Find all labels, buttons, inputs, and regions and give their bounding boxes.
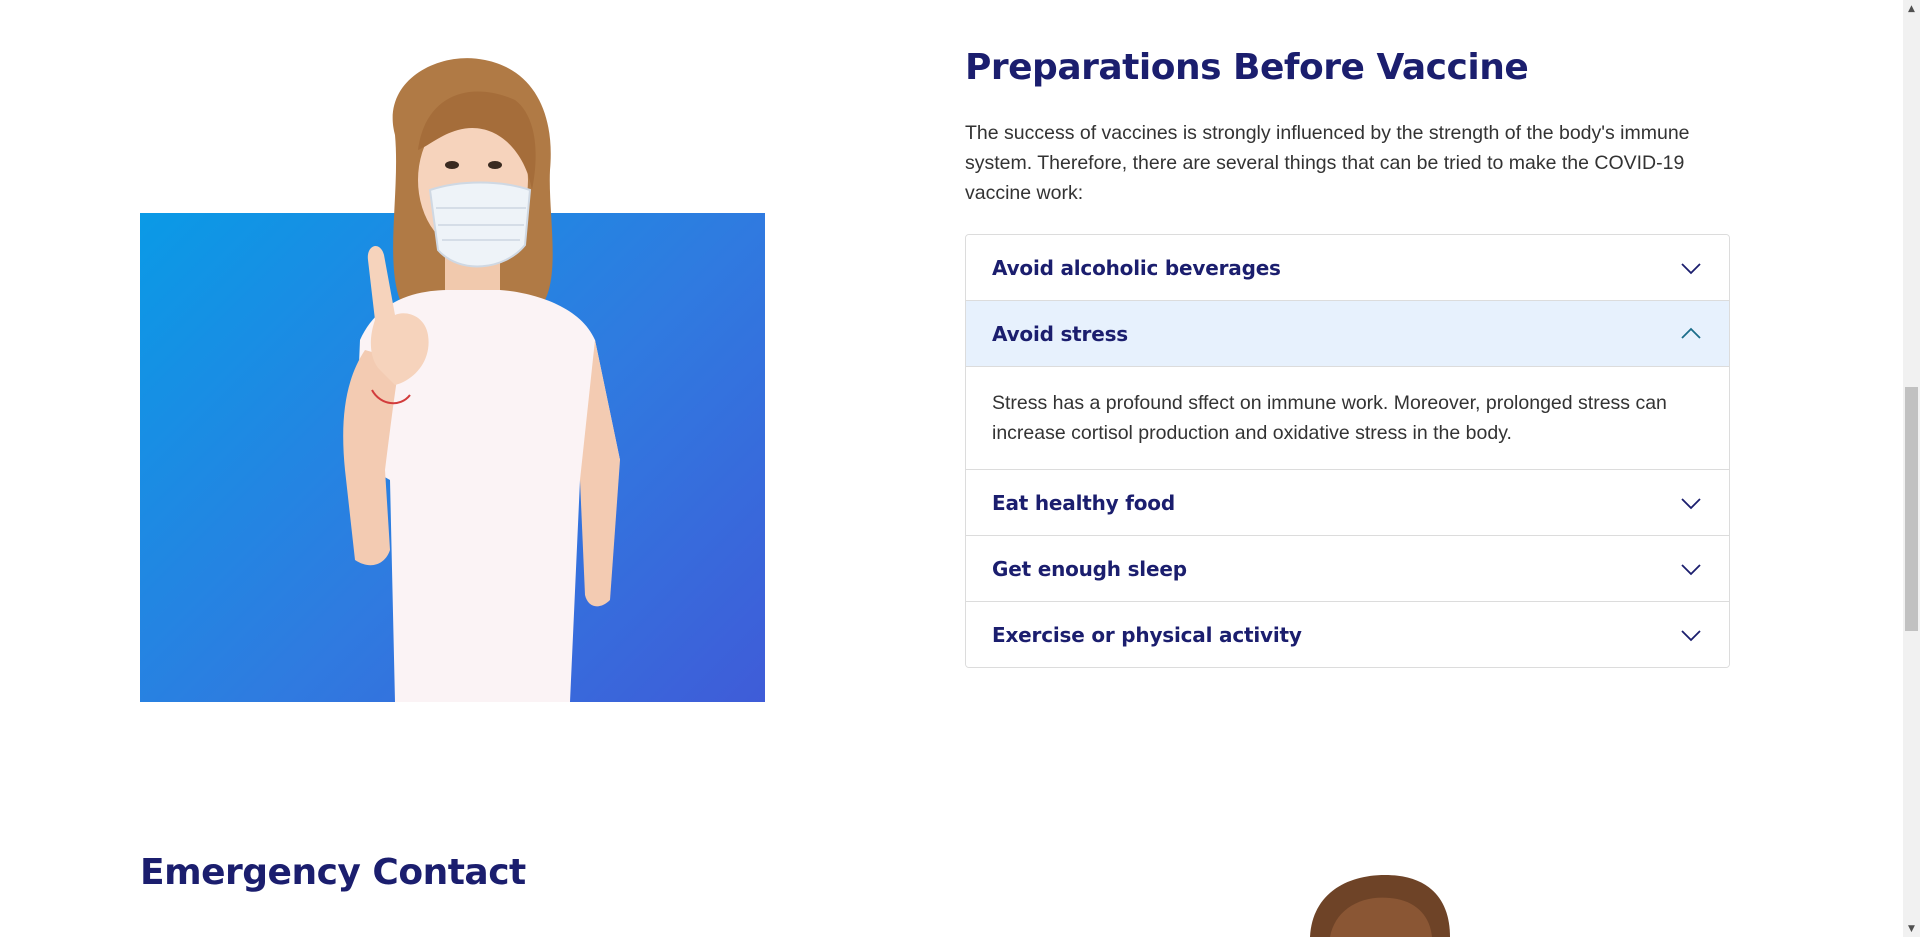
accordion-body-stress: Stress has a profound sffect on immune w… (992, 392, 1667, 444)
page: Preparations Before Vaccine The success … (0, 0, 1920, 937)
accordion-label: Avoid alcoholic beverages (992, 255, 1281, 280)
accordion-item-healthy-food: Eat healthy food (966, 469, 1729, 535)
chevron-down-icon (1681, 497, 1701, 509)
preparations-section: Preparations Before Vaccine The success … (965, 40, 1730, 668)
accordion-item-sleep: Get enough sleep (966, 535, 1729, 601)
chevron-up-icon (1681, 327, 1701, 339)
accordion-item-stress: Avoid stress Stress has a profound sffec… (966, 300, 1729, 469)
accordion-header-exercise[interactable]: Exercise or physical activity (966, 602, 1729, 667)
woman-illustration (343, 58, 620, 702)
emergency-person-image (1310, 875, 1450, 937)
preparations-accordion: Avoid alcoholic beverages Avoid stress S… (965, 234, 1730, 668)
accordion-item-exercise: Exercise or physical activity (966, 601, 1729, 667)
chevron-down-icon (1681, 629, 1701, 641)
scroll-up-arrow-icon[interactable]: ▲ (1903, 0, 1920, 17)
preparations-title: Preparations Before Vaccine (965, 47, 1529, 88)
preparations-intro: The success of vaccines is strongly infl… (965, 122, 1690, 204)
chevron-down-icon (1681, 262, 1701, 274)
masked-woman-image (140, 40, 765, 702)
scroll-down-arrow-icon[interactable]: ▼ (1903, 920, 1920, 937)
vertical-scrollbar[interactable]: ▲ ▼ (1903, 0, 1920, 937)
accordion-label: Eat healthy food (992, 490, 1175, 515)
scrollbar-thumb[interactable] (1905, 387, 1918, 631)
emergency-contact-title: Emergency Contact (140, 852, 526, 893)
accordion-header-healthy-food[interactable]: Eat healthy food (966, 470, 1729, 535)
accordion-header-alcohol[interactable]: Avoid alcoholic beverages (966, 235, 1729, 300)
accordion-label: Get enough sleep (992, 556, 1187, 581)
accordion-item-alcohol: Avoid alcoholic beverages (966, 235, 1729, 300)
accordion-header-stress[interactable]: Avoid stress (966, 301, 1729, 367)
accordion-header-sleep[interactable]: Get enough sleep (966, 536, 1729, 601)
accordion-label: Exercise or physical activity (992, 622, 1302, 647)
accordion-label: Avoid stress (992, 321, 1128, 346)
chevron-down-icon (1681, 563, 1701, 575)
